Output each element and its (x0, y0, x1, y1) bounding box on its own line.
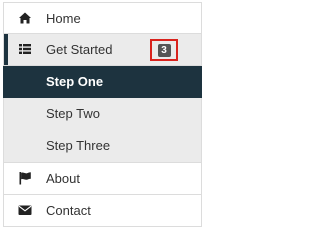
menu-item-home[interactable]: Home (3, 2, 202, 34)
menu-item-home-label: Home (46, 11, 81, 26)
flag-icon (18, 171, 32, 185)
submenu-item-step-one[interactable]: Step One (3, 66, 202, 98)
badge-highlight: 3 (150, 39, 178, 61)
submenu-item-step-two[interactable]: Step Two (3, 98, 202, 130)
submenu-item-step-three[interactable]: Step Three (3, 130, 202, 163)
submenu-item-label: Step Two (46, 106, 100, 121)
submenu-item-label: Step Three (46, 138, 111, 153)
menu-item-about-label: About (46, 171, 80, 186)
menu-item-contact[interactable]: Contact (3, 195, 202, 227)
menu-item-get-started-label: Get Started (46, 42, 113, 57)
submenu-item-label: Step One (46, 74, 104, 89)
step-count-badge: 3 (157, 43, 171, 57)
menu-item-get-started[interactable]: Get Started 3 (3, 34, 202, 66)
menu-item-contact-label: Contact (46, 203, 91, 218)
side-menu: Home Get Started 3 Step One Step Two Ste… (0, 0, 203, 228)
list-icon (18, 42, 32, 56)
menu-item-about[interactable]: About (3, 163, 202, 195)
home-icon (18, 11, 32, 25)
envelope-icon (18, 203, 32, 217)
